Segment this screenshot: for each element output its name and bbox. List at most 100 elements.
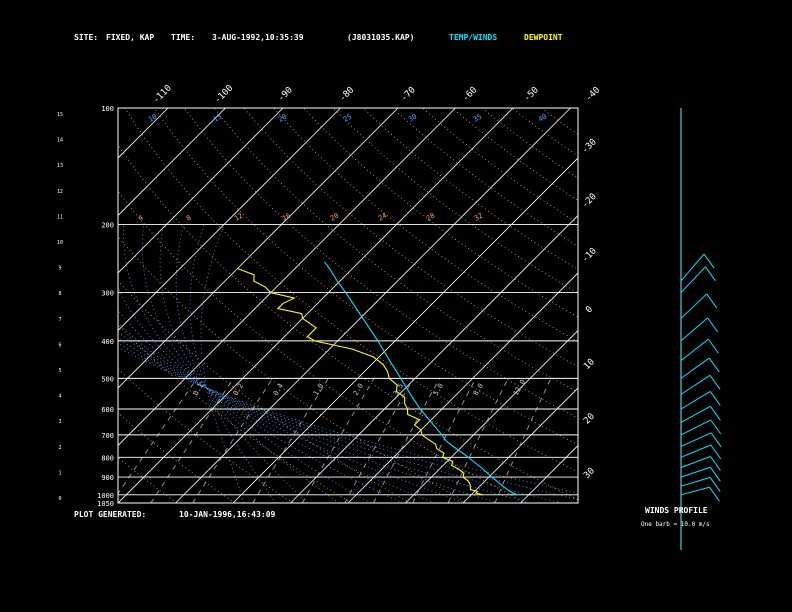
height-tick-label: 15: [57, 112, 63, 118]
dewpoint-point: [482, 494, 484, 496]
dry-adiabat: [154, 108, 578, 446]
moist-adiabat-label: 10: [147, 113, 158, 124]
top-temp-label: -110: [151, 83, 173, 105]
mixing-ratio-label: 2.0: [352, 382, 365, 397]
mixing-ratio-line: [301, 378, 375, 503]
isotherm-line: [118, 108, 226, 217]
moist-adiabat: [200, 224, 245, 503]
wind-barb-shaft: [680, 466, 711, 478]
dewpoint-point: [388, 377, 390, 379]
wind-barb-shaft: [680, 374, 711, 395]
dry-adiabat: [273, 108, 578, 343]
wind-barb-flag: [703, 253, 715, 269]
temperature-point: [410, 393, 412, 395]
dewpoint-point: [302, 318, 303, 319]
temperature-point: [512, 492, 514, 494]
dewpoint-point: [462, 476, 464, 478]
isotherm-line: [232, 157, 578, 503]
wind-barb-shaft: [680, 338, 709, 362]
wind-barb-flag: [709, 486, 720, 502]
dewpoint-point: [282, 302, 284, 304]
moist-adiabat-label: 40: [537, 113, 548, 124]
pressure-tick-label: 1000: [97, 492, 114, 500]
dewpoint-point: [293, 297, 295, 299]
isotherm-line: [118, 108, 456, 447]
mixing-ratio-line: [118, 378, 198, 495]
dewpoint-point: [452, 461, 454, 462]
right-temp-label: -20: [580, 192, 599, 211]
dewpoint-point: [420, 429, 422, 431]
dewpoint-point: [435, 443, 436, 445]
dry-adiabat: [541, 108, 578, 135]
isotherm-line: [0, 108, 111, 503]
temperature-point: [491, 476, 493, 478]
moist-adiabat: [189, 224, 276, 503]
temperature-point: [362, 318, 364, 319]
wind-barb-shaft: [680, 419, 712, 436]
right-temp-label: 30: [582, 466, 597, 481]
dry-adiabat: [183, 108, 578, 419]
pressure-tick-label: 800: [101, 454, 114, 462]
dewpoint-point: [372, 356, 374, 358]
temperature-point: [336, 280, 338, 282]
temperature-point: [460, 451, 462, 453]
dry-adiabat: [332, 108, 578, 294]
moist-adiabat-label: 25: [342, 113, 353, 124]
wind-barb-flag: [709, 375, 721, 390]
dewpoint-point: [301, 313, 303, 314]
wind-barb-flag: [707, 338, 719, 354]
mixing-ratio-label: 8.0: [472, 382, 485, 397]
dry-adiabat: [118, 368, 294, 503]
moist-adiabat-label: 30: [407, 113, 418, 124]
dewpoint-point: [477, 491, 478, 492]
right-temp-label: -10: [580, 246, 599, 265]
wind-barb-flag: [710, 444, 722, 460]
wind-barb-shaft: [680, 293, 708, 319]
dewpoint-point: [382, 363, 384, 365]
height-tick-label: 8: [58, 291, 61, 297]
height-tick-label: 3: [58, 419, 61, 425]
dewpoint-point: [404, 402, 405, 404]
mixing-ratio-label: 0.1: [192, 382, 205, 397]
moist-adiabat: [175, 224, 308, 503]
temperature-point: [345, 292, 347, 293]
mixing-ratio-line: [192, 378, 273, 503]
dewpoint-point: [463, 472, 465, 474]
wind-barb-shaft: [680, 456, 711, 468]
height-tick-label: 1: [58, 470, 61, 476]
height-tick-label: 6: [58, 342, 61, 348]
isotherm-line: [577, 502, 578, 503]
right-temp-label: 10: [582, 357, 597, 372]
height-tick-label: 10: [57, 240, 63, 246]
dewpoint-point: [264, 286, 266, 288]
wind-barb-shaft: [680, 432, 712, 447]
dewpoint-point: [442, 456, 443, 458]
right-temp-label: -30: [580, 137, 599, 156]
right-temp-label: 0: [584, 305, 595, 316]
wind-barb-shaft: [680, 266, 706, 293]
isotherm-line: [175, 108, 571, 503]
wind-barb-shaft: [680, 476, 711, 487]
temperature-point: [431, 422, 432, 423]
dry-adiabat: [118, 190, 527, 503]
wind-barb-flag: [705, 266, 716, 282]
pressure-tick-label: 1050: [97, 500, 114, 508]
wind-barb-shaft: [680, 253, 705, 282]
moist-adiabat-label: 35: [472, 113, 483, 124]
dewpoint-point: [469, 486, 471, 488]
dewpoint-point: [470, 489, 471, 491]
dewpoint-point: [407, 408, 408, 410]
plot-frame: [117, 107, 579, 504]
mixing-ratio-label: 0.2: [232, 382, 245, 397]
dry-adiabat: [118, 324, 352, 503]
mixing-ratio-label: 1.0: [312, 382, 325, 397]
temperature-point: [377, 340, 379, 342]
top-temp-label: -50: [522, 85, 541, 104]
pressure-tick-label: 500: [101, 375, 114, 383]
moist-adiabat: [122, 224, 403, 503]
moist-adiabat: [118, 286, 435, 503]
top-temp-label: -70: [399, 85, 418, 104]
isotherm-line: [118, 108, 284, 274]
temperature-point: [419, 408, 421, 410]
top-temp-label: -90: [276, 85, 295, 104]
